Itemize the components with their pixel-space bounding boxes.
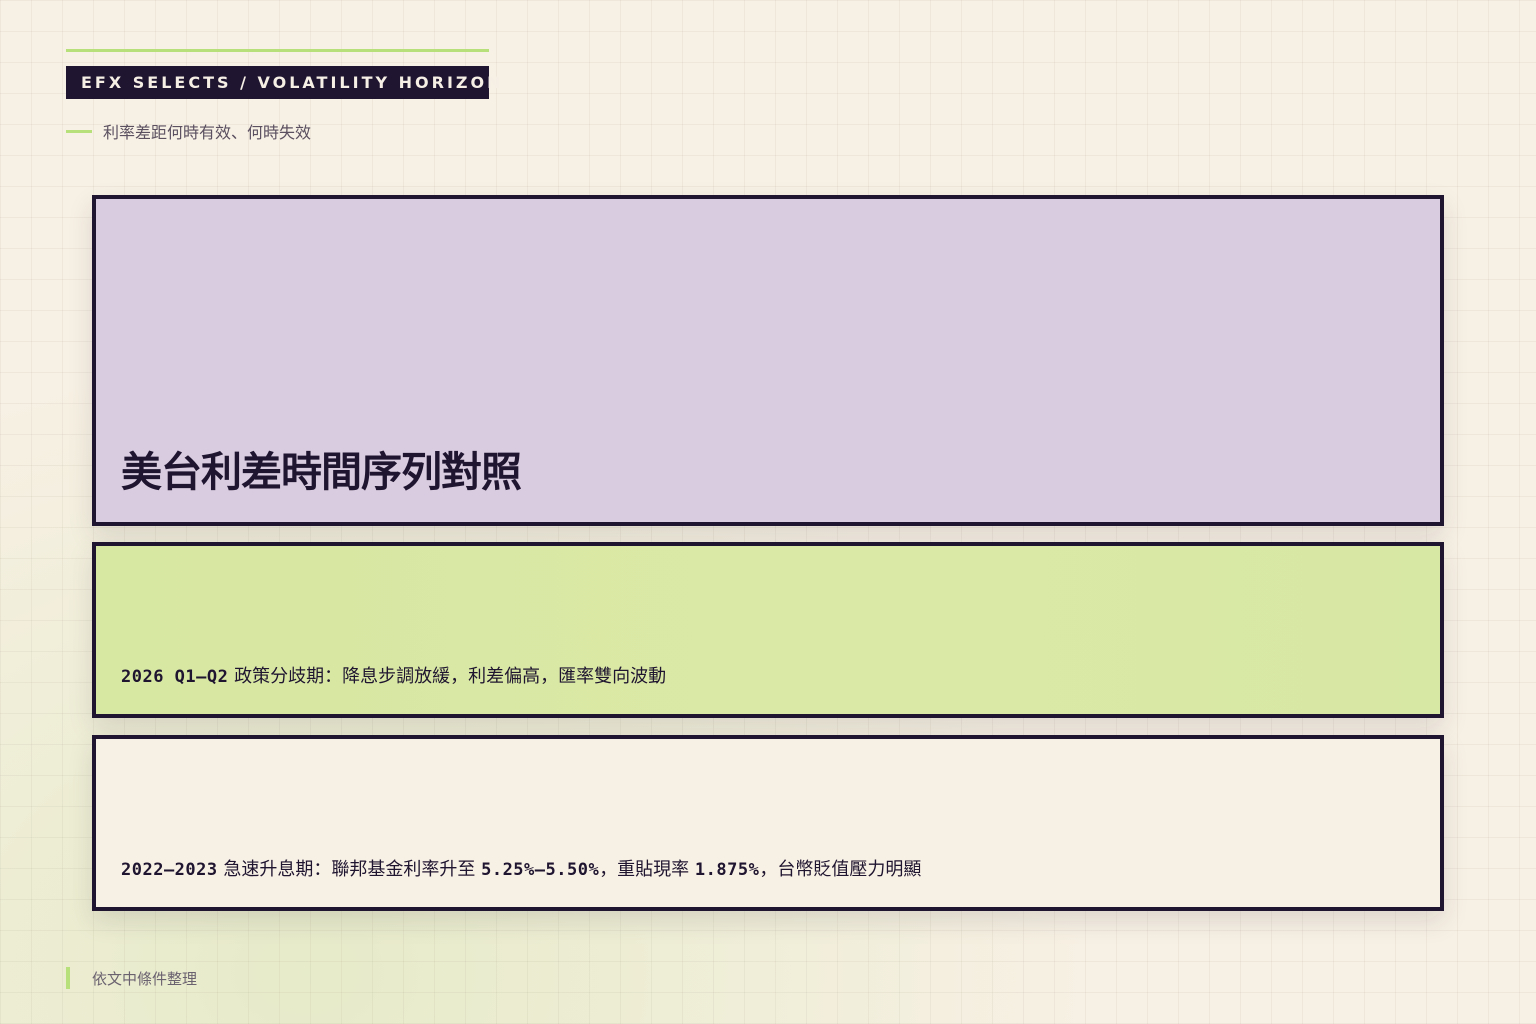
- header-tag: EFX SELECTS / VOLATILITY HORIZON: [66, 66, 501, 99]
- subtitle-text: 利率差距何時有效、何時失效: [103, 123, 312, 142]
- period-label: 2026 Q1–Q2: [121, 667, 229, 687]
- period-description-prefix: 急速升息期：聯邦基金利率升至: [223, 859, 476, 880]
- period-line-2026: 2026 Q1–Q2 政策分歧期：降息步調放緩，利差偏高，匯率雙向波動: [121, 662, 666, 688]
- footer-note: 依文中條件整理: [92, 969, 198, 988]
- footer: 依文中條件整理: [66, 966, 197, 990]
- period-line-2022: 2022–2023 急速升息期：聯邦基金利率升至 5.25%–5.50%，重貼現…: [121, 855, 921, 881]
- period-description-suffix: ，台幣貶值壓力明顯: [759, 859, 922, 880]
- period-card-2022: 2022–2023 急速升息期：聯邦基金利率升至 5.25%–5.50%，重貼現…: [92, 735, 1444, 911]
- discount-rate-value: 1.875%: [694, 860, 760, 880]
- header-accent-rule: [66, 49, 489, 52]
- period-card-2026: 2026 Q1–Q2 政策分歧期：降息步調放緩，利差偏高，匯率雙向波動: [92, 542, 1444, 718]
- subtitle-dash: [66, 129, 92, 133]
- subtitle-row: 利率差距何時有效、何時失效: [66, 118, 311, 144]
- footer-accent-bar: [66, 967, 70, 989]
- title-card: 美台利差時間序列對照: [92, 195, 1444, 526]
- period-label: 2022–2023: [121, 860, 218, 880]
- page-title: 美台利差時間序列對照: [121, 448, 522, 496]
- fed-rate-value: 5.25%–5.50%: [481, 860, 600, 880]
- period-description-mid: ，重貼現率: [599, 859, 690, 880]
- period-description: 政策分歧期：降息步調放緩，利差偏高，匯率雙向波動: [234, 666, 667, 687]
